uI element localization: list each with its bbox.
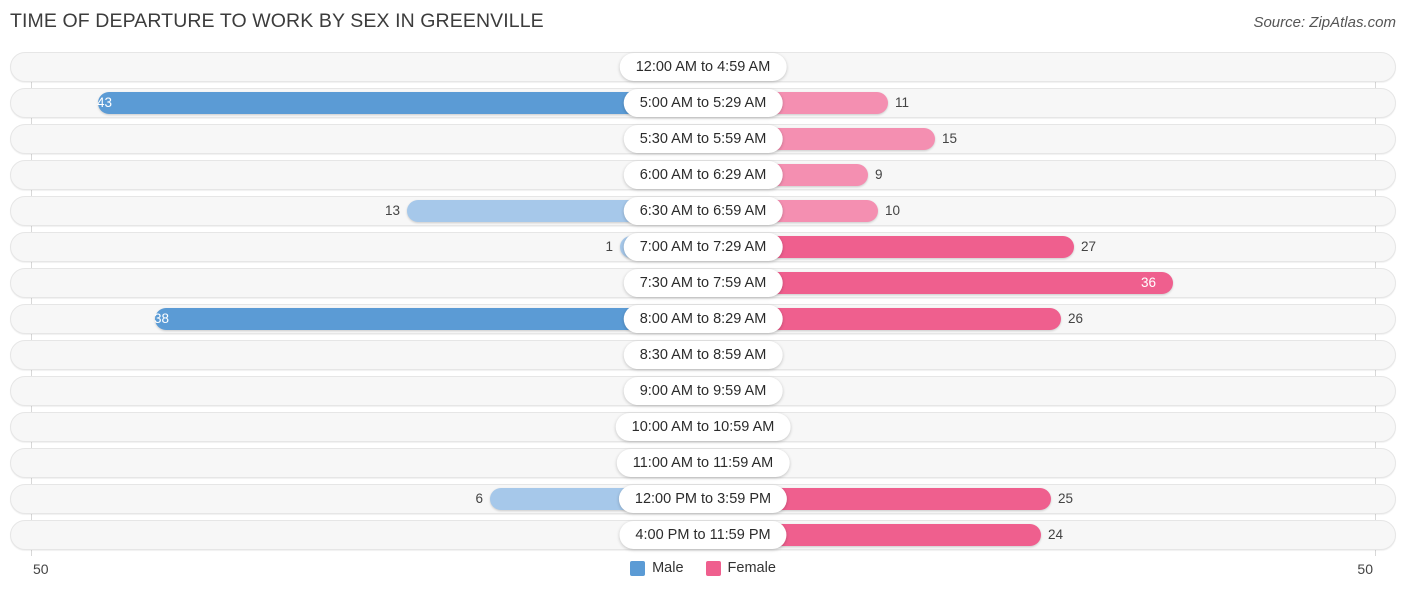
- legend-item-female[interactable]: Female: [705, 560, 776, 576]
- chart-row[interactable]: 1 27 7:00 AM to 7:29 AM: [10, 232, 1396, 262]
- category-label: 4:00 PM to 11:59 PM: [619, 521, 787, 549]
- chart-row[interactable]: 0012:00 AM to 4:59 AM: [10, 52, 1396, 82]
- value-label-female: 24: [1048, 527, 1064, 542]
- value-label-male: 13: [384, 203, 400, 218]
- value-label-female: 9: [875, 167, 883, 182]
- value-label-female: 36: [1141, 275, 1157, 290]
- category-label: 8:30 AM to 8:59 AM: [623, 341, 783, 369]
- chart-row[interactable]: 096:00 AM to 6:29 AM: [10, 160, 1396, 190]
- category-label: 8:00 AM to 8:29 AM: [623, 305, 783, 333]
- chart-row[interactable]: 0244:00 PM to 11:59 PM: [10, 520, 1396, 550]
- legend-swatch-male: [630, 560, 646, 576]
- value-label-female: 26: [1068, 311, 1084, 326]
- legend-label-female: Female: [727, 560, 776, 576]
- category-label: 11:00 AM to 11:59 AM: [616, 449, 790, 477]
- value-label-female: 11: [895, 95, 910, 110]
- bar-male[interactable]: [155, 308, 703, 330]
- category-label: 5:00 AM to 5:29 AM: [623, 89, 783, 117]
- chart-row[interactable]: 6 25 12:00 PM to 3:59 PM: [10, 484, 1396, 514]
- chart-row[interactable]: 0155:30 AM to 5:59 AM: [10, 124, 1396, 154]
- value-label-female: 10: [885, 203, 901, 218]
- chart-row[interactable]: 0010:00 AM to 10:59 AM: [10, 412, 1396, 442]
- chart-plot-area: 0012:00 AM to 4:59 AM 43 11 5:00 AM to 5:29…: [10, 52, 1396, 556]
- chart-row[interactable]: 13 10 6:30 AM to 6:59 AM: [10, 196, 1396, 226]
- category-label: 12:00 PM to 3:59 PM: [618, 485, 788, 513]
- category-label: 10:00 AM to 10:59 AM: [615, 413, 791, 441]
- chart-page: TIME OF DEPARTURE TO WORK BY SEX IN GREE…: [0, 0, 1406, 595]
- chart-row[interactable]: 0011:00 AM to 11:59 AM: [10, 448, 1396, 478]
- chart-row[interactable]: 008:30 AM to 8:59 AM: [10, 340, 1396, 370]
- value-label-female: 27: [1081, 239, 1097, 254]
- legend-item-male[interactable]: Male: [630, 560, 684, 576]
- category-label: 6:30 AM to 6:59 AM: [623, 197, 783, 225]
- category-label: 9:00 AM to 9:59 AM: [623, 377, 783, 405]
- chart-row[interactable]: 43 11 5:00 AM to 5:29 AM: [10, 88, 1396, 118]
- value-label-female: 15: [942, 131, 958, 146]
- category-label: 7:30 AM to 7:59 AM: [623, 269, 783, 297]
- value-label-male: 38: [153, 311, 169, 326]
- bar-male[interactable]: [98, 92, 703, 114]
- source-attribution: Source: ZipAtlas.com: [1253, 14, 1396, 31]
- category-label: 7:00 AM to 7:29 AM: [623, 233, 783, 261]
- value-label-male: 1: [605, 239, 613, 254]
- legend-label-male: Male: [652, 560, 684, 576]
- category-label: 12:00 AM to 4:59 AM: [619, 53, 787, 81]
- value-label-male: 6: [475, 491, 483, 506]
- chart-row[interactable]: 38 26 8:00 AM to 8:29 AM: [10, 304, 1396, 334]
- value-label-female: 25: [1058, 491, 1074, 506]
- legend-swatch-female: [705, 560, 721, 576]
- category-label: 6:00 AM to 6:29 AM: [623, 161, 783, 189]
- category-label: 5:30 AM to 5:59 AM: [623, 125, 783, 153]
- chart-row[interactable]: 009:00 AM to 9:59 AM: [10, 376, 1396, 406]
- chart-row[interactable]: 0367:30 AM to 7:59 AM: [10, 268, 1396, 298]
- chart-rows: 0012:00 AM to 4:59 AM 43 11 5:00 AM to 5:29…: [10, 52, 1396, 550]
- value-label-male: 43: [96, 95, 112, 110]
- page-title: TIME OF DEPARTURE TO WORK BY SEX IN GREE…: [10, 10, 544, 32]
- chart-legend: Male Female: [0, 560, 1406, 576]
